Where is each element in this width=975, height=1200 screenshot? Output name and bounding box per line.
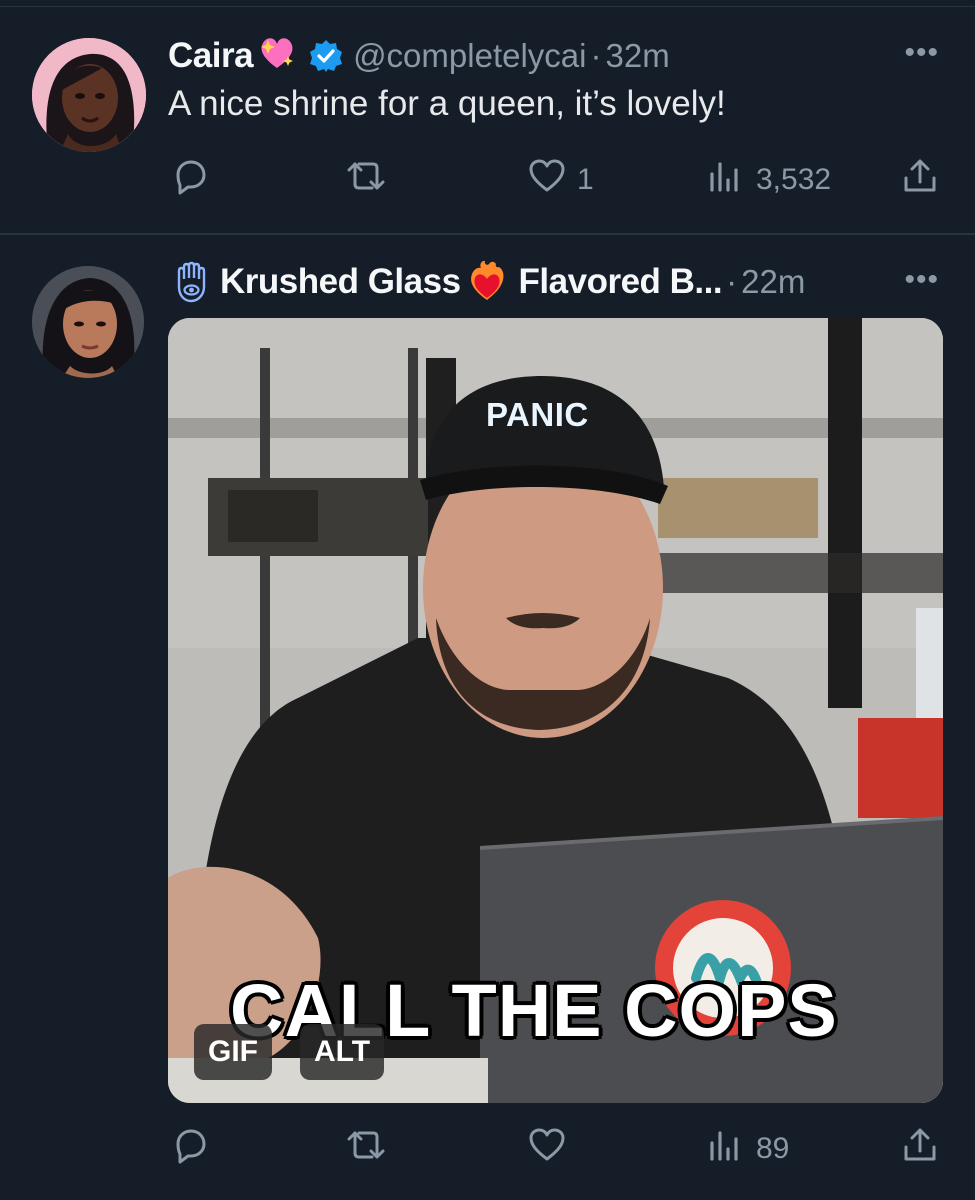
tweet-text: A nice shrine for a queen, it’s lovely! xyxy=(168,84,726,123)
tweet-actions: 89 xyxy=(0,1125,975,1175)
tweet-header: Krushed Glass Flavored B... · 22m xyxy=(170,258,805,306)
repost-icon xyxy=(346,156,386,204)
tweet-actions: 1 3,532 xyxy=(0,152,975,202)
heart-icon xyxy=(527,156,567,204)
heart-icon xyxy=(527,1125,567,1173)
heart-on-fire-emoji xyxy=(465,258,509,307)
separator-dot: · xyxy=(590,37,602,74)
avatar[interactable] xyxy=(32,38,146,152)
reply-icon xyxy=(170,156,210,204)
more-options-icon[interactable]: ••• xyxy=(904,263,939,297)
tweet-header: Caira @completelycai · 32m xyxy=(168,32,670,80)
alt-text-badge[interactable]: ALT xyxy=(300,1024,385,1080)
repost-button[interactable] xyxy=(346,1125,386,1173)
display-name-suffix[interactable]: Flavored B... xyxy=(519,262,723,302)
timestamp[interactable]: 32m xyxy=(605,37,669,75)
views-button[interactable]: 3,532 xyxy=(706,156,831,204)
like-button[interactable]: 1 xyxy=(527,156,594,204)
repost-icon xyxy=(346,1125,386,1173)
tweet[interactable]: Caira @completelycai · 32m ••• A nice sh… xyxy=(0,0,975,234)
views-icon xyxy=(706,1125,746,1173)
like-button[interactable] xyxy=(527,1125,567,1173)
more-options-icon[interactable]: ••• xyxy=(904,36,939,70)
views-count: 89 xyxy=(756,1132,790,1165)
display-name[interactable]: Caira xyxy=(168,36,254,76)
gif-media[interactable]: PANIC CALL THE COPS GIF ALT xyxy=(168,318,943,1103)
verified-badge-icon[interactable] xyxy=(309,39,343,73)
views-icon xyxy=(706,156,746,204)
separator-dot: · xyxy=(726,263,738,300)
timestamp[interactable]: 22m xyxy=(741,263,805,301)
like-count: 1 xyxy=(577,163,594,196)
reply-button[interactable] xyxy=(170,156,210,204)
gif-badge[interactable]: GIF xyxy=(194,1024,272,1080)
share-icon xyxy=(900,1125,940,1173)
views-button[interactable]: 89 xyxy=(706,1125,789,1173)
repost-button[interactable] xyxy=(346,156,386,204)
reply-button[interactable] xyxy=(170,1125,210,1173)
views-count: 3,532 xyxy=(756,163,832,196)
user-handle[interactable]: @completelycai xyxy=(353,37,586,75)
display-name[interactable]: Krushed Glass xyxy=(220,262,461,302)
sparkling-heart-emoji xyxy=(257,32,297,80)
share-button[interactable] xyxy=(900,1125,940,1173)
cap-logo-text: PANIC xyxy=(486,396,589,433)
hamsa-eye-icon xyxy=(170,261,212,303)
tweet[interactable]: Krushed Glass Flavored B... · 22m ••• PA… xyxy=(0,235,975,1200)
share-button[interactable] xyxy=(900,156,940,204)
share-icon xyxy=(900,156,940,204)
reply-icon xyxy=(170,1125,210,1173)
avatar[interactable] xyxy=(32,266,144,378)
